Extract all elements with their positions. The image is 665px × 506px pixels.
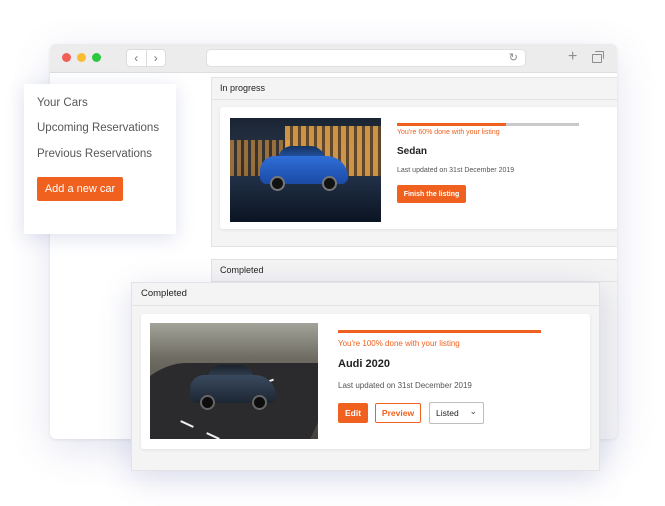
edit-button[interactable]: Edit <box>338 403 368 423</box>
progress-bar-audi <box>338 330 541 333</box>
maximize-window-button[interactable] <box>92 53 101 62</box>
tabs-icon[interactable] <box>592 51 604 63</box>
completed-panel: Completed You're 100% done with your lis… <box>131 282 600 471</box>
preview-button[interactable]: Preview <box>375 403 421 423</box>
audi-car-image <box>150 323 318 439</box>
add-new-car-button[interactable]: Add a new car <box>37 177 123 201</box>
sidebar-item-your-cars[interactable]: Your Cars <box>37 97 88 109</box>
in-progress-header: In progress <box>212 78 617 100</box>
close-window-button[interactable] <box>62 53 71 62</box>
completed-header: Completed <box>132 283 599 306</box>
new-tab-plus-icon[interactable]: + <box>568 49 577 65</box>
completed-header-background: Completed <box>212 260 617 282</box>
progress-fill-audi <box>338 330 541 333</box>
listing-title-audi: Audi 2020 <box>338 358 390 370</box>
listing-status-select[interactable]: Listed ⌄ <box>429 402 484 424</box>
address-bar[interactable]: ↻ <box>206 49 526 67</box>
listing-card-audi: You're 100% done with your listing Audi … <box>141 314 590 449</box>
forward-arrow-icon[interactable]: › <box>147 50 166 66</box>
listing-card-sedan: You're 60% done with your listing Sedan … <box>220 107 617 229</box>
progress-bar-sedan <box>397 123 579 126</box>
browser-toolbar: ‹ › ↻ + <box>50 44 617 73</box>
listing-title-sedan: Sedan <box>397 146 428 157</box>
finish-listing-button[interactable]: Finish the listing <box>397 185 466 203</box>
back-arrow-icon[interactable]: ‹ <box>127 50 147 66</box>
chevron-down-icon: ⌄ <box>469 406 477 416</box>
sedan-car-image <box>230 118 381 222</box>
sidebar-menu: Your Cars Upcoming Reservations Previous… <box>24 84 176 234</box>
progress-text-sedan: You're 60% done with your listing <box>397 129 500 136</box>
progress-text-audi: You're 100% done with your listing <box>338 339 460 348</box>
in-progress-panel: In progress You're 60% done with your li… <box>211 77 617 247</box>
listing-status-value: Listed <box>436 408 459 418</box>
reload-icon[interactable]: ↻ <box>509 52 518 64</box>
sidebar-item-previous-reservations[interactable]: Previous Reservations <box>37 148 152 160</box>
nav-buttons: ‹ › <box>126 49 166 67</box>
last-updated-audi: Last updated on 31st December 2019 <box>338 381 472 390</box>
progress-fill-sedan <box>397 123 507 126</box>
sidebar-item-upcoming-reservations[interactable]: Upcoming Reservations <box>37 122 159 134</box>
last-updated-sedan: Last updated on 31st December 2019 <box>397 167 515 174</box>
minimize-window-button[interactable] <box>77 53 86 62</box>
